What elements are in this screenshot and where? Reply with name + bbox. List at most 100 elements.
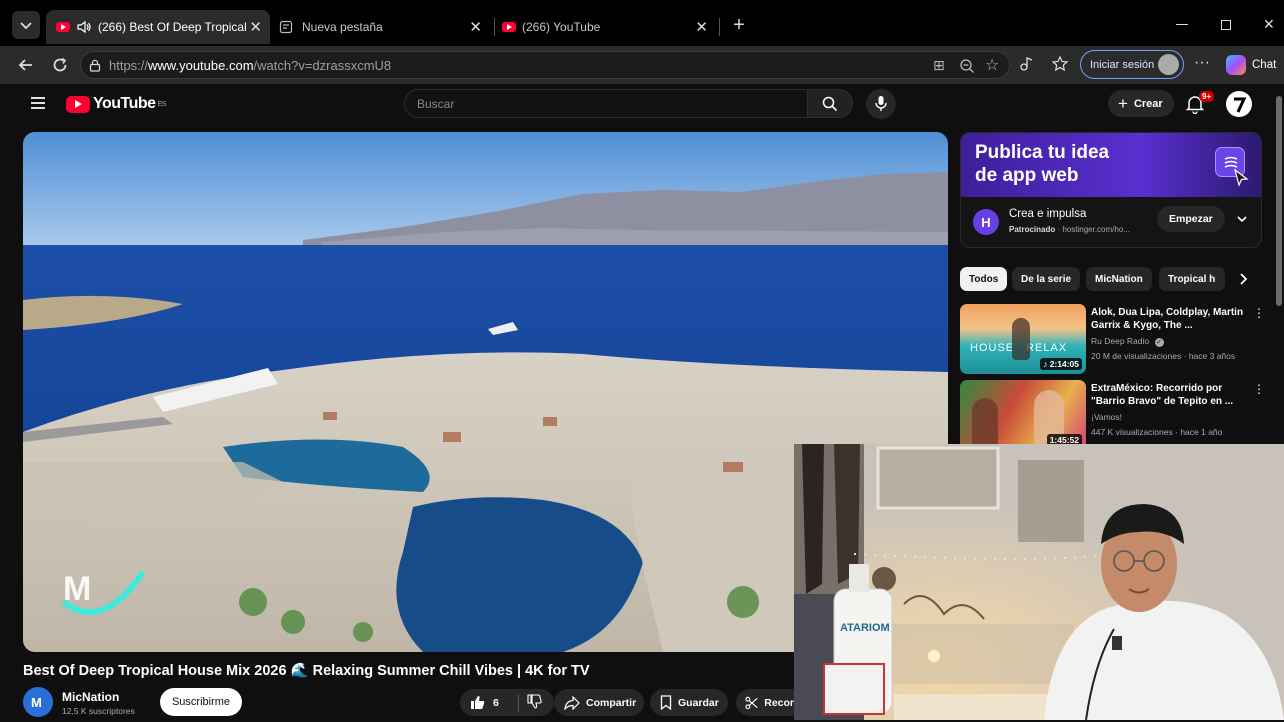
dislike-button[interactable] <box>519 693 542 712</box>
close-tab-icon[interactable]: ✕ <box>469 18 482 36</box>
video-title: Best Of Deep Tropical House Mix 2026 🌊 R… <box>23 663 590 679</box>
verified-check-icon: ✓ <box>1154 338 1164 347</box>
hamburger-menu-icon[interactable] <box>30 96 46 110</box>
create-button[interactable]: + Crear <box>1108 90 1174 117</box>
minimize-window-button[interactable] <box>1176 24 1188 25</box>
recommended-video[interactable]: HOUSE RELAX ♪ 2:14:05 Alok, Dua Lipa, Co… <box>960 304 1270 376</box>
thumbnail-text-relax: RELAX <box>1026 342 1068 354</box>
video-meta: 447 K visualizaciones · hace 1 año <box>1091 427 1223 437</box>
page-scrollbar[interactable] <box>1276 96 1282 306</box>
video-thumbnail[interactable]: HOUSE RELAX ♪ 2:14:05 <box>960 304 1086 374</box>
tab-title: (266) YouTube <box>522 20 601 34</box>
advertiser-logo[interactable]: H <box>973 209 999 235</box>
url-scheme: https:// <box>109 57 149 73</box>
voice-search-button[interactable] <box>866 89 896 119</box>
browser-tab-bar: (266) Best Of Deep Tropical H ✕ Nueva pe… <box>0 0 1284 46</box>
recommended-video[interactable]: 1:45:52 ExtraMéxico: Recorrido por "Barr… <box>960 380 1270 452</box>
reload-icon[interactable] <box>50 55 70 75</box>
tab-new-tab[interactable]: Nueva pestaña ✕ <box>276 10 490 44</box>
channel-name: ¡Vamos! <box>1091 412 1123 422</box>
webcam-overlay: ATARIOM <box>794 444 1284 720</box>
channel-avatar[interactable]: M <box>23 687 53 717</box>
video-meta: 20 M de visualizaciones · hace 3 años <box>1091 351 1236 361</box>
close-tab-icon[interactable]: ✕ <box>249 18 262 36</box>
chip-de-la-serie[interactable]: De la serie <box>1012 267 1081 291</box>
thumbnail-text-house: HOUSE <box>970 342 1015 354</box>
tab-youtube-home[interactable]: (266) YouTube ✕ <box>502 10 716 44</box>
copilot-chat-button[interactable]: Chat <box>1226 55 1276 75</box>
thumbs-down-icon <box>527 693 542 709</box>
search-button[interactable] <box>807 89 853 118</box>
account-avatar[interactable] <box>1226 91 1252 117</box>
more-vertical-icon[interactable]: ⋮ <box>1253 382 1265 396</box>
chip-todos[interactable]: Todos <box>960 267 1008 291</box>
tab-separator <box>719 18 720 36</box>
close-window-button[interactable]: ✕ <box>1263 16 1275 33</box>
browser-toolbar: https://www.youtube.com/watch?v=dzrassxc… <box>0 46 1284 84</box>
sponsored-ad-card[interactable]: Publica tu idea de app web H Crea e impu… <box>960 132 1262 248</box>
tab-youtube-video[interactable]: (266) Best Of Deep Tropical H ✕ <box>46 10 270 44</box>
more-options-icon[interactable]: ··· <box>1194 54 1210 72</box>
zoom-out-icon[interactable] <box>959 58 975 74</box>
thumbnail-person-figure <box>972 398 998 448</box>
subscriber-count: 12,5 K suscriptores <box>62 706 135 716</box>
view-count: 20 M de visualizaciones <box>1091 351 1182 361</box>
chevron-down-icon[interactable] <box>1235 212 1249 226</box>
share-button[interactable]: Compartir <box>554 689 644 716</box>
search-input[interactable]: Buscar <box>404 89 808 118</box>
svg-text:M: M <box>31 695 42 710</box>
tab-separator <box>494 18 495 36</box>
logo-text: YouTube <box>93 95 156 112</box>
like-button[interactable]: 6 <box>460 695 518 710</box>
save-button[interactable]: Guardar <box>650 689 728 716</box>
sponsored-label: Patrocinado <box>1009 225 1056 234</box>
create-label: Crear <box>1133 97 1163 110</box>
app-available-icon[interactable]: ⊞ <box>933 57 945 74</box>
address-bar[interactable]: https://www.youtube.com/watch?v=dzrassxc… <box>80 51 1010 79</box>
audio-note-icon: ♪ <box>1043 359 1050 369</box>
duration-value: 2:14:05 <box>1049 359 1079 369</box>
ad-sponsored-line: Patrocinado · hostinger.com/ho... <box>1009 225 1159 234</box>
tab-list-dropdown[interactable] <box>12 11 40 39</box>
chevron-right-icon[interactable] <box>1236 272 1250 286</box>
video-thumbnail[interactable]: 1:45:52 <box>960 380 1086 450</box>
speaker-icon[interactable] <box>76 20 92 34</box>
sign-in-button[interactable]: Iniciar sesión <box>1080 50 1184 79</box>
chevron-down-icon <box>20 22 32 30</box>
chip-micnation[interactable]: MicNation <box>1086 267 1152 291</box>
scissors-icon <box>745 696 758 709</box>
extensions-icon[interactable] <box>1018 55 1036 73</box>
video-title: Alok, Dua Lipa, Coldplay, Martin Garrix … <box>1091 307 1244 331</box>
sign-in-label: Iniciar sesión <box>1090 58 1155 71</box>
favorite-star-icon[interactable]: ☆ <box>985 55 999 75</box>
chip-tropical[interactable]: Tropical h <box>1159 267 1225 291</box>
save-label: Guardar <box>678 696 719 709</box>
video-duration: ♪ 2:14:05 <box>1040 358 1082 370</box>
youtube-logo[interactable]: YouTube ES <box>66 95 166 113</box>
view-count: 447 K visualizaciones <box>1091 427 1173 437</box>
new-tab-button[interactable]: + <box>728 14 750 36</box>
back-arrow-icon[interactable] <box>16 55 36 75</box>
chat-label: Chat <box>1252 59 1277 71</box>
youtube-play-logo-icon <box>66 95 90 113</box>
channel-name[interactable]: MicNation <box>62 690 119 704</box>
clip-button[interactable]: Recor <box>736 689 794 716</box>
thumbnail-person-figure <box>1012 318 1030 360</box>
search-placeholder: Buscar <box>417 96 455 111</box>
youtube-favicon-icon <box>502 22 516 32</box>
new-tab-page-icon <box>279 20 293 34</box>
ad-domain: hostinger.com/ho... <box>1062 225 1130 234</box>
ad-banner-image[interactable]: Publica tu idea de app web <box>961 133 1261 197</box>
maximize-window-button[interactable] <box>1221 20 1231 30</box>
close-tab-icon[interactable]: ✕ <box>695 18 708 36</box>
logo-region: ES <box>157 100 167 108</box>
more-vertical-icon[interactable]: ⋮ <box>1253 306 1265 320</box>
youtube-header: YouTube ES Buscar + Crear 9+ <box>10 84 1274 124</box>
upload-age: hace 1 año <box>1180 427 1223 437</box>
subscribe-button[interactable]: Suscribirme <box>160 688 242 716</box>
favorites-icon[interactable] <box>1052 55 1070 73</box>
ad-cta-button[interactable]: Empezar <box>1157 206 1225 232</box>
share-label: Compartir <box>586 696 637 709</box>
lock-icon[interactable] <box>89 59 101 72</box>
upload-age: hace 3 años <box>1188 351 1236 361</box>
